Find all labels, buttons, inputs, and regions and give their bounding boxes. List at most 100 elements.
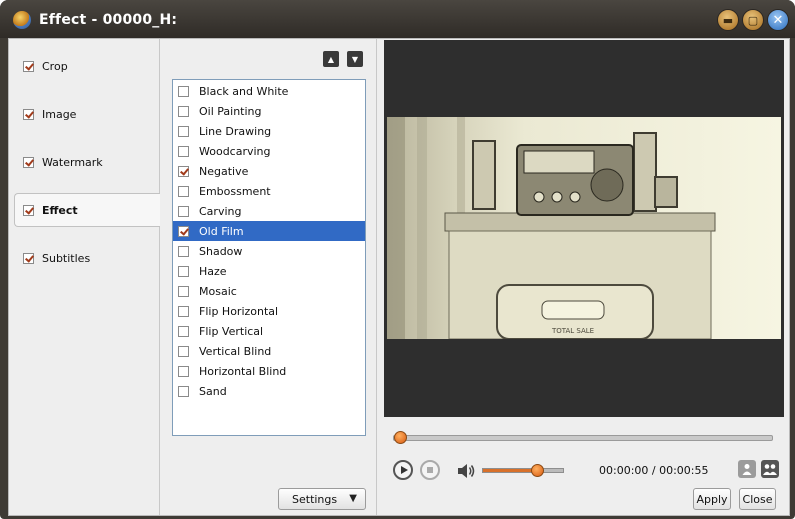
effect-checkbox-flip-horizontal[interactable]: [178, 305, 189, 317]
nav-label-effect: Effect: [42, 203, 78, 217]
effect-item-flip-vertical[interactable]: Flip Vertical: [173, 321, 365, 341]
effect-checkbox-sand[interactable]: [178, 385, 189, 397]
nav-item-image[interactable]: Image: [15, 98, 159, 130]
effect-label-flip-vertical: Flip Vertical: [199, 324, 264, 338]
window-title: Effect - 00000_H:: [39, 12, 178, 28]
preview-frame: TOTAL SALE: [387, 117, 781, 339]
effect-label-horizontal-blind: Horizontal Blind: [199, 364, 287, 378]
effect-label-flip-horizontal: Flip Horizontal: [199, 304, 279, 318]
nav-label-crop: Crop: [42, 59, 68, 73]
title-bar[interactable]: Effect - 00000_H: ▬ ▢ ✕: [0, 0, 795, 38]
effect-item-woodcarving[interactable]: Woodcarving: [173, 141, 365, 161]
arrow-up-icon: ▲: [327, 54, 335, 64]
effect-item-flip-horizontal[interactable]: Flip Horizontal: [173, 301, 365, 321]
effect-label-sand: Sand: [199, 384, 227, 398]
effect-window: Effect - 00000_H: ▬ ▢ ✕ Crop Image Water…: [0, 0, 795, 519]
apply-button[interactable]: Apply: [693, 488, 731, 510]
close-window-button[interactable]: ✕: [767, 9, 789, 31]
speaker-icon[interactable]: [456, 463, 476, 479]
nav-checkbox-crop[interactable]: [23, 60, 34, 72]
nav-checkbox-subtitles[interactable]: [23, 252, 34, 264]
effect-label-mosaic: Mosaic: [199, 284, 237, 298]
preview-image: TOTAL SALE: [387, 117, 781, 339]
effect-label-embossment: Embossment: [199, 184, 271, 198]
effect-item-black-and-white[interactable]: Black and White: [173, 81, 365, 101]
move-up-button[interactable]: ▲: [323, 51, 339, 67]
effect-checkbox-embossment[interactable]: [178, 185, 189, 197]
effect-checkbox-oil-painting[interactable]: [178, 105, 189, 117]
effect-item-oil-painting[interactable]: Oil Painting: [173, 101, 365, 121]
arrow-down-icon: ▼: [351, 54, 359, 64]
effect-item-vertical-blind[interactable]: Vertical Blind: [173, 341, 365, 361]
seek-slider[interactable]: [393, 431, 773, 444]
effect-item-line-drawing[interactable]: Line Drawing: [173, 121, 365, 141]
effect-checkbox-old-film[interactable]: [178, 225, 189, 237]
nav-label-watermark: Watermark: [42, 155, 103, 169]
dialog-body: Crop Image Watermark Effect Subtitles ▲ …: [8, 38, 790, 516]
chevron-down-icon: ▼: [349, 493, 357, 504]
stop-button[interactable]: [420, 460, 440, 480]
seek-slider-knob[interactable]: [394, 431, 407, 444]
minimize-button[interactable]: ▬: [717, 9, 739, 31]
effect-item-embossment[interactable]: Embossment: [173, 181, 365, 201]
nav-item-effect[interactable]: Effect: [14, 193, 160, 227]
effect-checkbox-flip-vertical[interactable]: [178, 325, 189, 337]
nav-label-subtitles: Subtitles: [42, 251, 91, 265]
maximize-icon: ▢: [747, 13, 759, 27]
effect-panel: ▲ ▼ Black and White Oil Painting Line Draw…: [160, 39, 377, 515]
volume-slider-fill: [483, 469, 538, 472]
effect-item-shadow[interactable]: Shadow: [173, 241, 365, 261]
effect-label-shadow: Shadow: [199, 244, 243, 258]
effect-label-line-drawing: Line Drawing: [199, 124, 272, 138]
effect-checkbox-black-and-white[interactable]: [178, 85, 189, 97]
close-icon: ✕: [772, 12, 784, 28]
preview-total-sale-text: TOTAL SALE: [551, 327, 594, 335]
effect-list[interactable]: Black and White Oil Painting Line Drawing W…: [172, 79, 366, 436]
play-button[interactable]: [393, 460, 413, 480]
effect-checkbox-shadow[interactable]: [178, 245, 189, 257]
volume-slider[interactable]: [482, 464, 564, 477]
effect-item-old-film[interactable]: Old Film: [173, 221, 365, 241]
effect-checkbox-haze[interactable]: [178, 265, 189, 277]
nav-checkbox-image[interactable]: [23, 108, 34, 120]
effect-label-old-film: Old Film: [199, 224, 244, 238]
effect-checkbox-horizontal-blind[interactable]: [178, 365, 189, 377]
maximize-button[interactable]: ▢: [742, 9, 764, 31]
effect-checkbox-woodcarving[interactable]: [178, 145, 189, 157]
app-logo-icon: [13, 11, 31, 29]
effect-label-haze: Haze: [199, 264, 227, 278]
effect-item-haze[interactable]: Haze: [173, 261, 365, 281]
settings-dropdown-button[interactable]: Settings ▼: [278, 488, 366, 510]
effect-item-negative[interactable]: Negative: [173, 161, 365, 181]
person-icon: [742, 464, 752, 475]
close-button[interactable]: Close: [739, 488, 776, 510]
effect-label-oil-painting: Oil Painting: [199, 104, 262, 118]
nav-item-crop[interactable]: Crop: [15, 50, 159, 82]
video-preview: TOTAL SALE: [384, 40, 784, 417]
nav-item-subtitles[interactable]: Subtitles: [15, 242, 159, 274]
effect-checkbox-negative[interactable]: [178, 165, 189, 177]
effect-label-negative: Negative: [199, 164, 249, 178]
snapshot-folder-button[interactable]: [761, 460, 779, 478]
nav-checkbox-effect[interactable]: [23, 204, 34, 216]
effect-label-vertical-blind: Vertical Blind: [199, 344, 272, 358]
volume-slider-knob[interactable]: [531, 464, 545, 477]
effect-checkbox-vertical-blind[interactable]: [178, 345, 189, 357]
effect-item-carving[interactable]: Carving: [173, 201, 365, 221]
effect-label-black-and-white: Black and White: [199, 84, 289, 98]
snapshot-button[interactable]: [738, 460, 756, 478]
effect-item-sand[interactable]: Sand: [173, 381, 365, 401]
effect-checkbox-line-drawing[interactable]: [178, 125, 189, 137]
category-nav: Crop Image Watermark Effect Subtitles: [9, 39, 160, 515]
playback-time: 00:00:00 / 00:00:55: [599, 464, 709, 477]
nav-checkbox-watermark[interactable]: [23, 156, 34, 168]
effect-checkbox-mosaic[interactable]: [178, 285, 189, 297]
nav-item-watermark[interactable]: Watermark: [15, 146, 159, 178]
move-down-button[interactable]: ▼: [347, 51, 363, 67]
effect-item-mosaic[interactable]: Mosaic: [173, 281, 365, 301]
effect-label-carving: Carving: [199, 204, 242, 218]
nav-label-image: Image: [42, 107, 77, 121]
effect-item-horizontal-blind[interactable]: Horizontal Blind: [173, 361, 365, 381]
minimize-icon: ▬: [722, 13, 734, 27]
effect-checkbox-carving[interactable]: [178, 205, 189, 217]
